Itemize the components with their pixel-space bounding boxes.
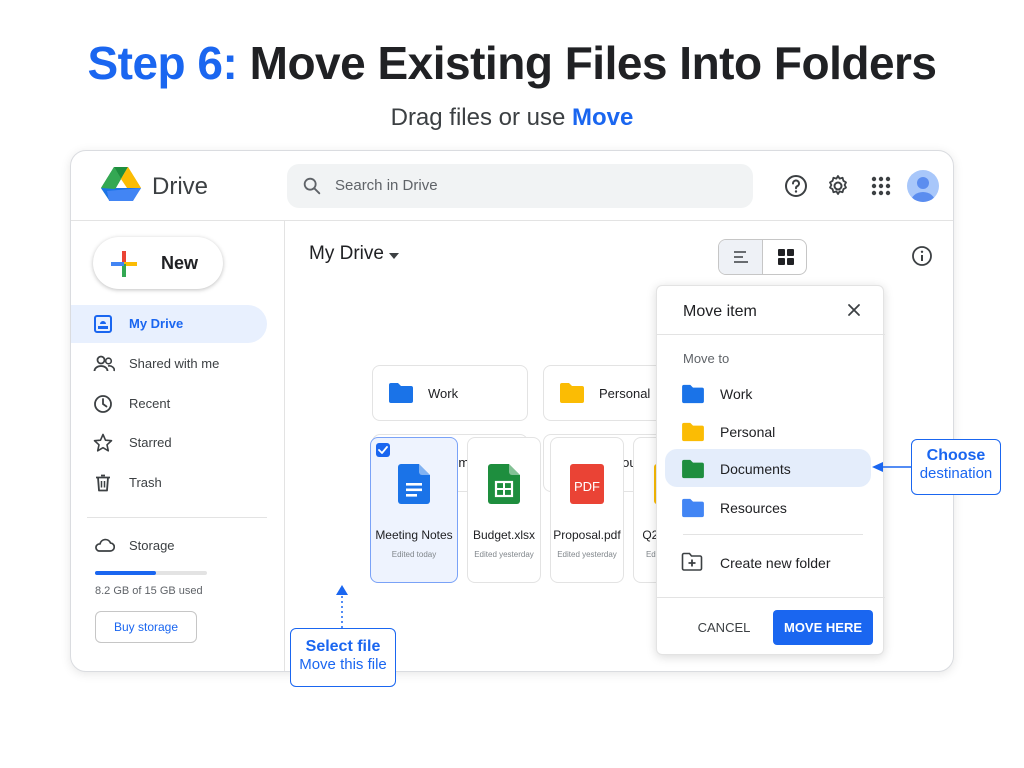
callout-choose-destination: Choose destination xyxy=(911,439,1001,495)
destination-arrow-head xyxy=(872,462,883,472)
callout-line2: Move this file xyxy=(299,656,387,673)
callout-line1: Select file xyxy=(305,638,381,655)
callout-arrows xyxy=(336,462,911,628)
callout-line2: destination xyxy=(919,465,993,482)
select-arrow-head xyxy=(336,585,348,595)
callout-line1: Choose xyxy=(926,447,986,464)
callout-select-file: Select file Move this file xyxy=(290,628,396,687)
